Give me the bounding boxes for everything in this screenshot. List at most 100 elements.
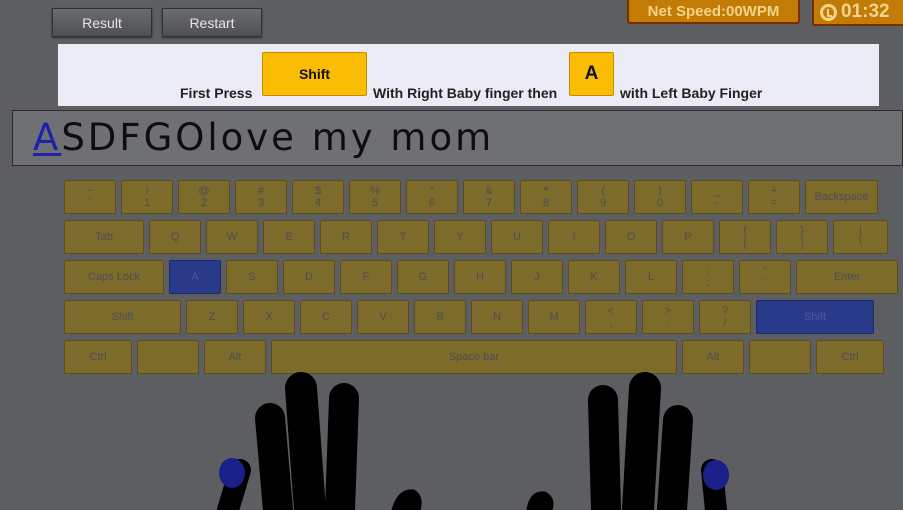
key-base-symbol: = <box>770 197 778 209</box>
key-ctrl: Ctrl <box>64 340 132 374</box>
key-': " ' <box>739 260 791 294</box>
key-4: $4 <box>292 180 344 214</box>
right-middle-finger <box>622 372 661 510</box>
key-b: B <box>414 300 466 334</box>
key-9: (9 <box>577 180 629 214</box>
instruction-key-shift: Shift <box>262 52 367 96</box>
net-speed-display: Net Speed:00WPM <box>627 0 800 24</box>
key-backspace: Backspace <box>805 180 878 214</box>
key-base-symbol: 2 <box>200 197 208 209</box>
key-caps-lock: Caps Lock <box>64 260 164 294</box>
key-shift-symbol: < <box>607 305 615 317</box>
key-/: ? / <box>699 300 751 334</box>
key-base-symbol: - <box>715 197 719 209</box>
key--: _ - <box>691 180 743 214</box>
key-shift-symbol: ! <box>145 185 149 197</box>
restart-button[interactable]: Restart <box>162 8 262 37</box>
key-shift: Shift <box>64 300 181 334</box>
key-shift-symbol: ~ <box>86 185 94 197</box>
key-n: N <box>471 300 523 334</box>
key-space-bar: Space bar <box>271 340 677 374</box>
key-\: | \ <box>833 220 888 254</box>
key-p: P <box>662 220 714 254</box>
key-t: T <box>377 220 429 254</box>
key-base-symbol: ` <box>88 197 92 209</box>
key-0: ) 0 <box>634 180 686 214</box>
key-i: I <box>548 220 600 254</box>
key-shift-symbol: * <box>543 185 549 197</box>
key-3: #3 <box>235 180 287 214</box>
key-w: W <box>206 220 258 254</box>
key-c: C <box>300 300 352 334</box>
key-base-symbol: . <box>666 317 670 329</box>
key-shift-symbol: > <box>664 305 672 317</box>
key-shift-symbol: ) <box>658 185 662 197</box>
key-shift-symbol: # <box>257 185 265 197</box>
key-o: O <box>605 220 657 254</box>
left-middle-finger <box>285 372 326 510</box>
instruction-with-left: with Left Baby Finger <box>620 85 763 101</box>
key-s: S <box>226 260 278 294</box>
key-base-symbol: 1 <box>143 197 151 209</box>
key-shift-symbol: } <box>800 225 804 237</box>
current-character: A <box>33 116 62 159</box>
right-thumb <box>526 491 554 510</box>
instruction-key-a: A <box>569 52 614 96</box>
key-=: + = <box>748 180 800 214</box>
key-shift-symbol: " <box>763 265 767 277</box>
key-tab: Tab <box>64 220 144 254</box>
key-shift-symbol: & <box>485 185 493 197</box>
instruction-with-right: With Right Baby finger then <box>373 85 558 101</box>
instruction-panel: First Press Shift With Right Baby finger… <box>58 44 879 106</box>
key-e: E <box>263 220 315 254</box>
key-[: {[ <box>719 220 771 254</box>
result-button[interactable]: Result <box>52 8 152 37</box>
key-shift-symbol: _ <box>713 185 721 197</box>
key-g: G <box>397 260 449 294</box>
right-pinky-tip-marker <box>703 460 729 490</box>
left-pinky-tip-marker <box>219 458 245 488</box>
right-ring-finger <box>657 405 693 510</box>
key-l: L <box>625 260 677 294</box>
key-base-symbol: / <box>723 317 727 329</box>
remaining-text: SDFGOlove my mom <box>61 116 495 159</box>
key-enter: Enter <box>796 260 898 294</box>
key-2: @2 <box>178 180 230 214</box>
key-x: X <box>243 300 295 334</box>
key-base-symbol: ; <box>706 277 710 289</box>
key-`: ~ ` <box>64 180 116 214</box>
key-d: D <box>283 260 335 294</box>
key-shift-symbol: | <box>859 225 862 237</box>
left-thumb <box>391 489 422 510</box>
key-7: & 7 <box>463 180 515 214</box>
key-base-symbol: 9 <box>599 197 607 209</box>
key-base-symbol: ' <box>763 277 767 289</box>
key-base-symbol: 3 <box>257 197 265 209</box>
key-base-symbol: 8 <box>542 197 550 209</box>
key-shift-symbol: { <box>743 225 747 237</box>
key-shift-symbol: ( <box>601 185 605 197</box>
key-]: }] <box>776 220 828 254</box>
key-blank <box>137 340 199 374</box>
left-hand <box>217 372 422 510</box>
key-6: ^ 6 <box>406 180 458 214</box>
key-;: :; <box>682 260 734 294</box>
key-shift-symbol: @ <box>198 185 210 197</box>
key-8: * 8 <box>520 180 572 214</box>
key-base-symbol: 5 <box>371 197 379 209</box>
key-base-symbol: 7 <box>485 197 493 209</box>
key-r: R <box>320 220 372 254</box>
key-q: Q <box>149 220 201 254</box>
key-.: >. <box>642 300 694 334</box>
key-shift-symbol: ^ <box>429 185 435 197</box>
key-5: % 5 <box>349 180 401 214</box>
key-k: K <box>568 260 620 294</box>
key-ctrl: Ctrl <box>816 340 884 374</box>
key-j: J <box>511 260 563 294</box>
key-blank <box>749 340 811 374</box>
key-z: Z <box>186 300 238 334</box>
timer-value: 01:32 <box>841 1 890 22</box>
left-ring-finger <box>255 403 293 510</box>
right-hand <box>526 372 729 510</box>
key-shift-symbol: : <box>706 265 710 277</box>
